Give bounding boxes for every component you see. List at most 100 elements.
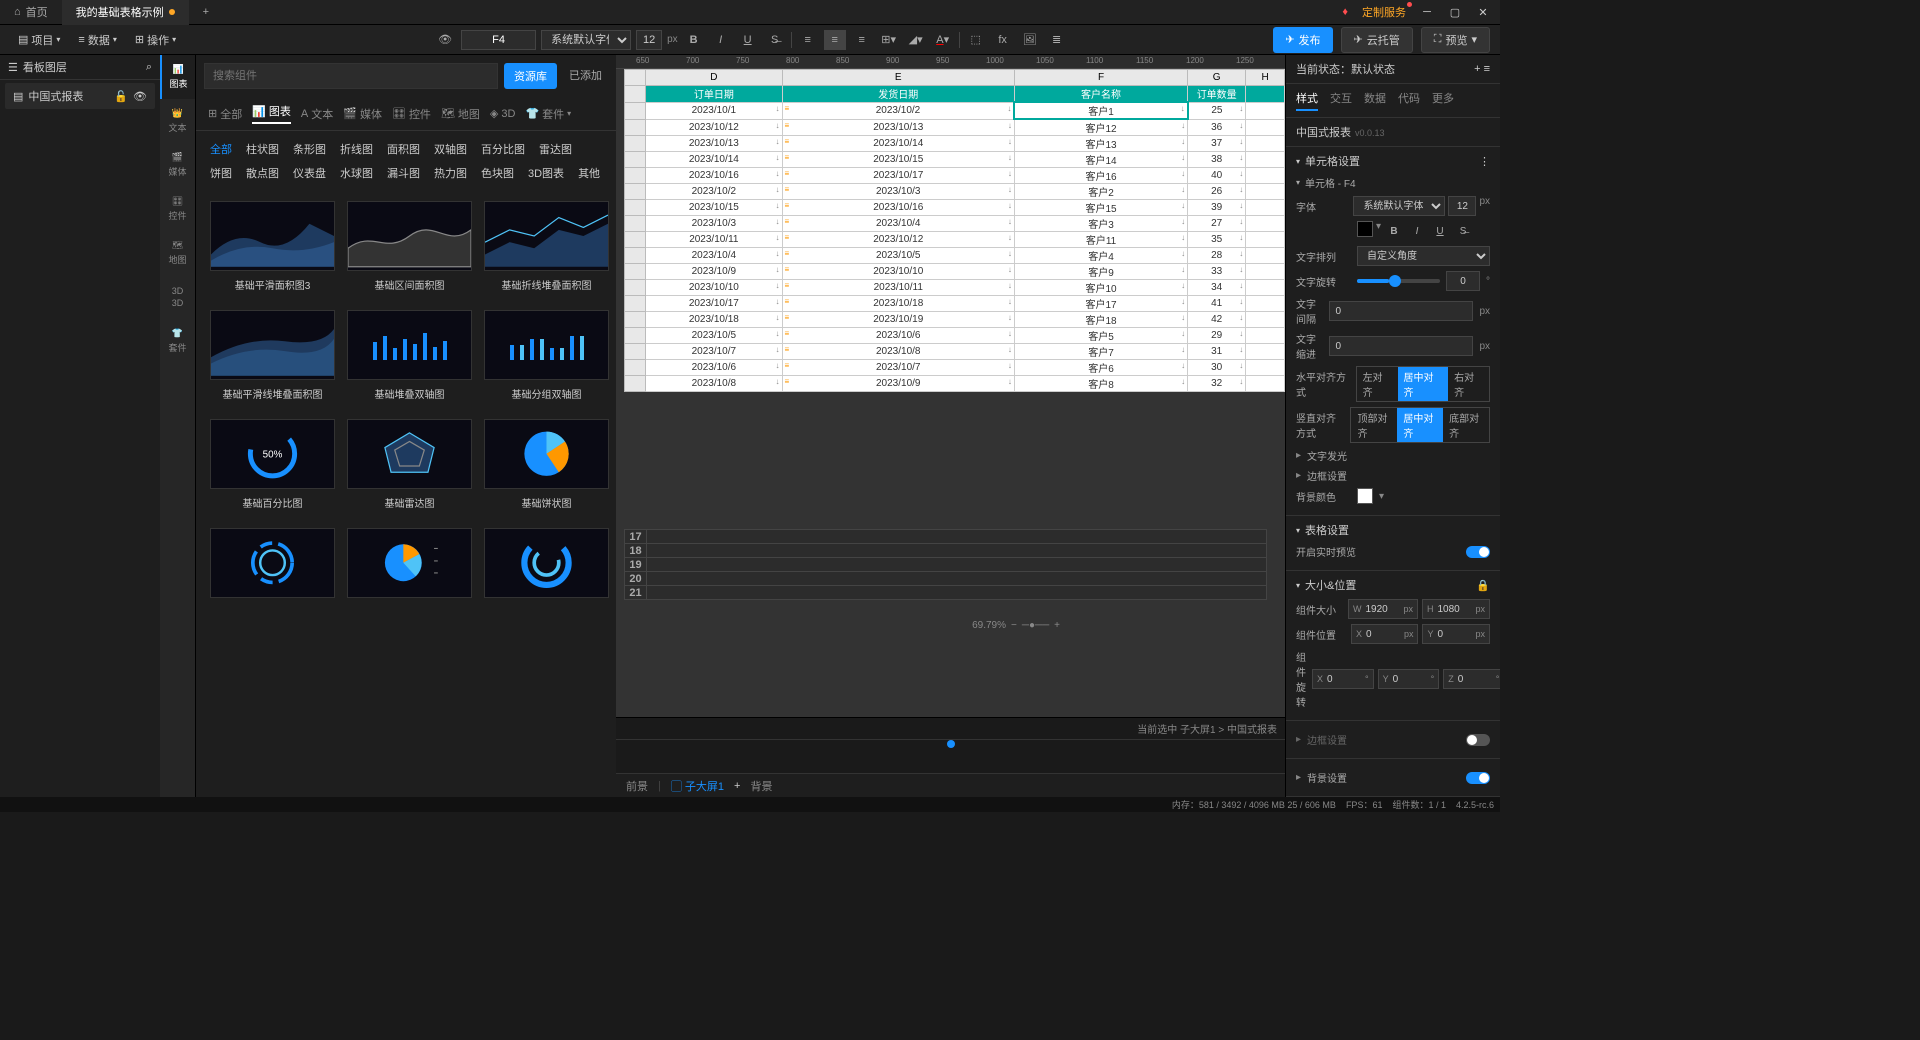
chart-type-双轴图[interactable]: 双轴图 bbox=[434, 141, 467, 157]
state-menu-button[interactable]: ≡ bbox=[1484, 63, 1490, 75]
cloud-button[interactable]: ✈云托管 bbox=[1341, 27, 1413, 53]
tab-front[interactable]: 前景 bbox=[626, 778, 648, 794]
data-cell[interactable]: ≡2023/10/5↓ bbox=[782, 248, 1014, 264]
widget-tab-控件[interactable]: 🎛控件 bbox=[392, 103, 431, 124]
data-cell[interactable]: 32↓ bbox=[1188, 376, 1246, 392]
rail-控件[interactable]: 🎛控件 bbox=[160, 187, 195, 231]
data-cell[interactable]: 26↓ bbox=[1188, 184, 1246, 200]
rp-tab-代码[interactable]: 代码 bbox=[1398, 90, 1420, 111]
layer-item[interactable]: ▤ 中国式报表 🔓 👁 bbox=[5, 83, 155, 109]
data-cell[interactable]: ≡2023/10/3↓ bbox=[782, 184, 1014, 200]
data-cell[interactable]: 客户6↓ bbox=[1014, 360, 1187, 376]
data-cell[interactable]: 客户11↓ bbox=[1014, 232, 1187, 248]
height-input[interactable] bbox=[1437, 604, 1471, 615]
preview-button[interactable]: ⛶预览▾ bbox=[1421, 27, 1490, 53]
chart-type-色块图[interactable]: 色块图 bbox=[481, 165, 514, 181]
rp-strike[interactable]: S̶ bbox=[1453, 221, 1473, 241]
chart-thumb[interactable]: 基础平滑线堆叠面积图 bbox=[210, 310, 335, 401]
chart-type-全部[interactable]: 全部 bbox=[210, 141, 232, 157]
data-cell[interactable]: 客户1↓ bbox=[1014, 102, 1187, 119]
rail-3D[interactable]: 3D3D bbox=[160, 275, 195, 319]
chart-type-3D图表[interactable]: 3D图表 bbox=[528, 165, 564, 181]
chart-type-饼图[interactable]: 饼图 bbox=[210, 165, 232, 181]
data-cell[interactable]: 2023/10/1↓ bbox=[646, 102, 782, 119]
chart-thumb[interactable] bbox=[210, 528, 335, 604]
publish-button[interactable]: ✈发布 bbox=[1273, 27, 1332, 53]
y-input[interactable] bbox=[1437, 629, 1471, 640]
data-cell[interactable]: 38↓ bbox=[1188, 152, 1246, 168]
layers-search-icon[interactable]: ⌕ bbox=[146, 61, 152, 74]
data-cell[interactable]: ≡2023/10/16↓ bbox=[782, 200, 1014, 216]
chart-thumb[interactable]: 基础分组双轴图 bbox=[484, 310, 609, 401]
col-header[interactable]: F bbox=[1014, 70, 1187, 86]
rail-文本[interactable]: 👑文本 bbox=[160, 99, 195, 143]
h-align-segment[interactable]: 左对齐居中对齐右对齐 bbox=[1356, 366, 1490, 402]
chart-thumb[interactable]: 基础雷达图 bbox=[347, 419, 472, 510]
chart-type-雷达图[interactable]: 雷达图 bbox=[539, 141, 572, 157]
added-button[interactable]: 已添加 bbox=[563, 63, 608, 89]
data-cell[interactable]: ≡2023/10/11↓ bbox=[782, 280, 1014, 296]
lock-icon[interactable]: 🔒 bbox=[1476, 579, 1490, 592]
rp-underline[interactable]: U bbox=[1430, 221, 1450, 241]
data-cell[interactable]: 2023/10/3↓ bbox=[646, 216, 782, 232]
data-cell[interactable]: 2023/10/9↓ bbox=[646, 264, 782, 280]
menu-project[interactable]: ▤项目 bbox=[10, 29, 68, 51]
data-cell[interactable]: 28↓ bbox=[1188, 248, 1246, 264]
chart-type-仪表盘[interactable]: 仪表盘 bbox=[293, 165, 326, 181]
data-cell[interactable]: 34↓ bbox=[1188, 280, 1246, 296]
align-left-button[interactable]: ≡ bbox=[797, 30, 819, 50]
section-size[interactable]: 大小&位置 bbox=[1305, 577, 1356, 593]
data-cell[interactable]: 30↓ bbox=[1188, 360, 1246, 376]
underline-button[interactable]: U bbox=[737, 30, 759, 50]
data-cell[interactable]: 37↓ bbox=[1188, 136, 1246, 152]
widget-tab-图表[interactable]: 📊图表 bbox=[252, 103, 291, 124]
indent-input[interactable] bbox=[1329, 336, 1473, 356]
font-family-select[interactable]: 系统默认字体 bbox=[541, 30, 631, 50]
x-input[interactable] bbox=[1366, 629, 1400, 640]
chart-type-散点图[interactable]: 散点图 bbox=[246, 165, 279, 181]
add-screen-button[interactable]: + bbox=[734, 780, 740, 792]
header-cell[interactable]: 客户名称 bbox=[1014, 86, 1187, 103]
fx-button[interactable]: fx bbox=[992, 30, 1014, 50]
text-color-swatch[interactable] bbox=[1357, 221, 1373, 237]
font-size-input[interactable] bbox=[636, 30, 662, 50]
data-cell[interactable]: ≡2023/10/18↓ bbox=[782, 296, 1014, 312]
border-button[interactable]: ⊞▾ bbox=[878, 30, 900, 50]
bg-toggle[interactable] bbox=[1466, 772, 1490, 784]
chart-thumb[interactable]: 基础折线堆叠面积图 bbox=[484, 201, 609, 292]
data-cell[interactable]: 客户7↓ bbox=[1014, 344, 1187, 360]
chart-type-其他[interactable]: 其他 bbox=[578, 165, 600, 181]
chart-thumb[interactable]: 基础堆叠双轴图 bbox=[347, 310, 472, 401]
data-cell[interactable]: 2023/10/5↓ bbox=[646, 328, 782, 344]
rp-tab-样式[interactable]: 样式 bbox=[1296, 90, 1318, 111]
data-cell[interactable]: 客户14↓ bbox=[1014, 152, 1187, 168]
chart-type-水球图[interactable]: 水球图 bbox=[340, 165, 373, 181]
v-align-segment[interactable]: 顶部对齐居中对齐底部对齐 bbox=[1350, 407, 1490, 443]
widget-tab-文本[interactable]: A文本 bbox=[301, 103, 333, 124]
widget-tab-3D[interactable]: ◈3D bbox=[490, 103, 516, 124]
chart-type-面积图[interactable]: 面积图 bbox=[387, 141, 420, 157]
tab-back[interactable]: 背景 bbox=[750, 778, 772, 794]
chart-thumb[interactable]: 50%基础百分比图 bbox=[210, 419, 335, 510]
data-cell[interactable]: 客户10↓ bbox=[1014, 280, 1187, 296]
data-cell[interactable]: 2023/10/11↓ bbox=[646, 232, 782, 248]
home-tab[interactable]: ⌂首页 bbox=[0, 0, 62, 25]
data-cell[interactable]: 客户4↓ bbox=[1014, 248, 1187, 264]
source-lib-button[interactable]: 资源库 bbox=[504, 63, 557, 89]
data-cell[interactable]: 2023/10/14↓ bbox=[646, 152, 782, 168]
bold-button[interactable]: B bbox=[683, 30, 705, 50]
header-cell[interactable]: 订单日期 bbox=[646, 86, 782, 103]
header-cell[interactable]: 发货日期 bbox=[782, 86, 1014, 103]
strike-button[interactable]: S̶ bbox=[764, 30, 786, 50]
chart-type-热力图[interactable]: 热力图 bbox=[434, 165, 467, 181]
data-cell[interactable]: 客户9↓ bbox=[1014, 264, 1187, 280]
chart-type-条形图[interactable]: 条形图 bbox=[293, 141, 326, 157]
col-header[interactable]: E bbox=[782, 70, 1014, 86]
text-color-button[interactable]: A▾ bbox=[932, 30, 954, 50]
border-section[interactable]: 边框设置 bbox=[1307, 468, 1347, 483]
data-cell[interactable]: 2023/10/8↓ bbox=[646, 376, 782, 392]
data-cell[interactable]: 31↓ bbox=[1188, 344, 1246, 360]
rp-tab-交互[interactable]: 交互 bbox=[1330, 90, 1352, 111]
data-cell[interactable]: ≡2023/10/17↓ bbox=[782, 168, 1014, 184]
menu-data[interactable]: ≡数据 bbox=[70, 29, 124, 51]
